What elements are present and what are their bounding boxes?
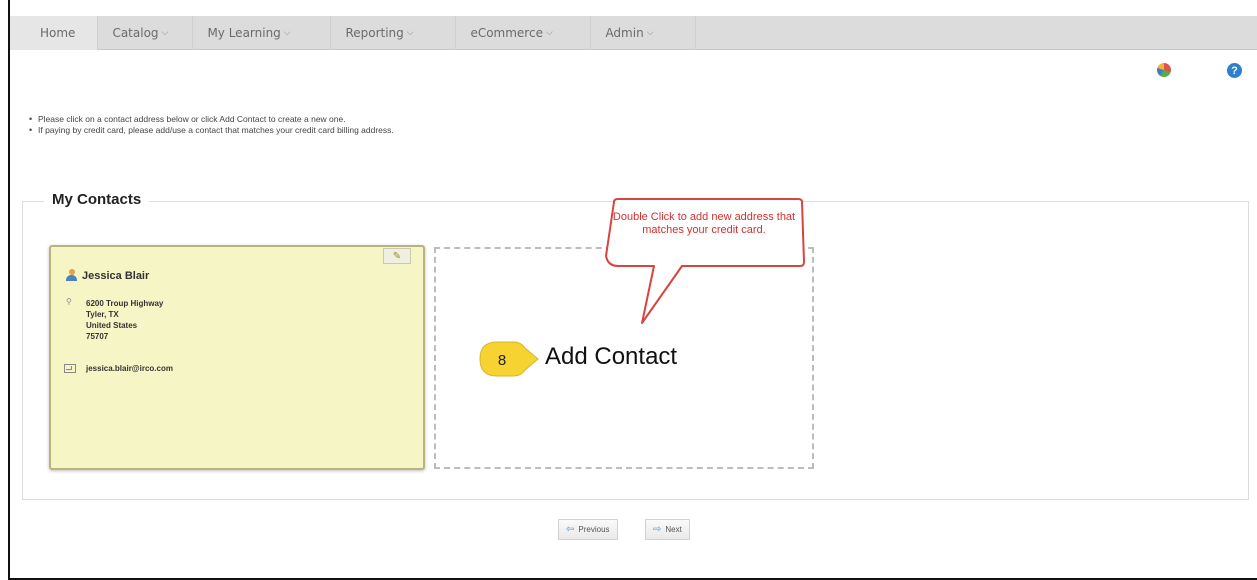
nav-admin-label: Admin [605,26,644,40]
chevron-down-icon: ⌵ [545,28,553,38]
help-icon[interactable]: ? [1227,63,1242,78]
location-pin-icon: ⚲ [66,297,72,306]
step-badge: 8 [479,341,539,377]
chevron-down-icon: ⌵ [646,28,654,38]
address-line: United States [86,321,138,330]
help-icon-glyph: ? [1231,64,1238,77]
nav-reporting[interactable]: Reporting ⌵ [331,16,457,50]
top-navigation: Home Catalog ⌵ My Learning ⌵ Reporting ⌵ eC… [10,16,1257,50]
add-contact-label[interactable]: Add Contact [545,343,677,371]
next-button[interactable]: ⇨ Next [645,519,690,540]
person-icon [66,269,77,281]
instructions-list: Please click on a contact address below … [29,114,394,136]
panel-title: My Contacts [44,191,150,208]
instruction-item: If paying by credit card, please add/use… [29,125,394,136]
nav-ecommerce-label: eCommerce [470,26,543,40]
contact-email: jessica.blair@irco.com [86,364,173,373]
contact-address: 6200 Troup Highway Tyler, TX United Stat… [86,298,163,342]
nav-reporting-label: Reporting [345,26,404,40]
next-label: Next [665,525,682,534]
edit-contact-button[interactable]: ✎ [383,248,411,264]
nav-catalog-label: Catalog [112,26,159,40]
email-icon [64,364,76,373]
nav-home-label: Home [40,26,76,40]
nav-admin[interactable]: Admin ⌵ [591,16,697,50]
chevron-down-icon: ⌵ [406,28,414,38]
chevron-down-icon: ⌵ [161,28,169,38]
previous-label: Previous [578,525,610,534]
nav-my-learning[interactable]: My Learning ⌵ [193,16,332,50]
nav-my-learning-label: My Learning [207,26,281,40]
address-line: Tyler, TX [86,310,119,319]
previous-button[interactable]: ⇦ Previous [558,519,618,540]
address-line: 6200 Troup Highway [86,299,164,308]
nav-ecommerce[interactable]: eCommerce ⌵ [456,16,592,50]
pencil-icon: ✎ [392,250,402,262]
arrow-right-icon: ⇨ [653,524,662,535]
pie-chart-icon[interactable] [1157,63,1171,77]
instruction-item: Please click on a contact address below … [29,114,394,125]
nav-catalog[interactable]: Catalog ⌵ [98,16,194,50]
contact-name: Jessica Blair [82,270,150,282]
nav-home[interactable]: Home [10,16,99,50]
address-line: 75707 [86,332,109,341]
step-number: 8 [498,352,506,369]
callout-text: Double Click to add new address that mat… [612,211,796,236]
arrow-left-icon: ⇦ [566,524,575,535]
chevron-down-icon: ⌵ [283,28,291,38]
